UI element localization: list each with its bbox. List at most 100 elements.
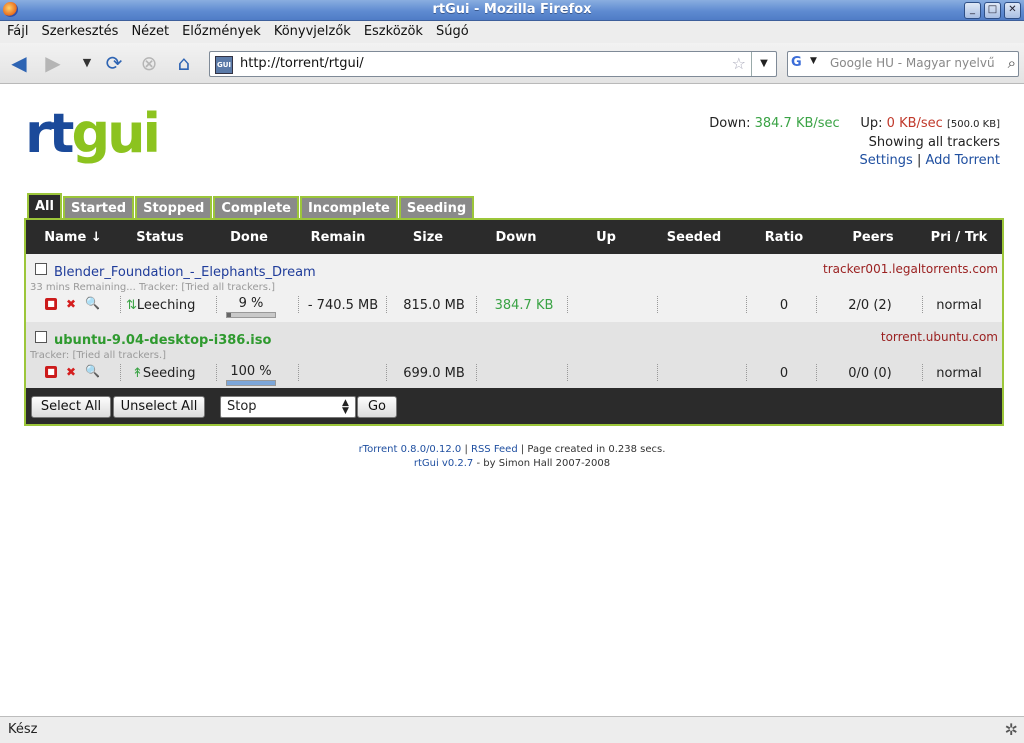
separator [120, 296, 122, 313]
separator [386, 364, 388, 381]
menu-tools[interactable]: Eszközök [357, 21, 429, 39]
torrent-subinfo: 33 mins Remaining... Tracker: [Tried all… [30, 282, 276, 293]
bookmark-star-icon[interactable]: ☆ [732, 54, 746, 73]
updown-icon: ▲ ▼ [342, 398, 349, 416]
col-up-header[interactable]: Up [576, 230, 636, 245]
separator [476, 296, 478, 313]
progress-fill [227, 313, 232, 317]
site-favicon-icon: GUI [215, 56, 233, 74]
minimize-button[interactable]: _ [964, 2, 981, 19]
tab-incomplete[interactable]: Incomplete [299, 196, 398, 219]
search-input[interactable]: Google HU - Magyar nyelvű [830, 56, 995, 70]
priority-cell[interactable]: normal [928, 298, 990, 313]
page-footer-line1: rTorrent 0.8.0/0.12.0 | RSS Feed | Page … [0, 444, 1024, 455]
window-titlebar: rtGui - Mozilla Firefox _ □ ✕ [0, 0, 1024, 21]
remain-cell: - 740.5 MB [307, 298, 379, 313]
transfer-stats: Down: 384.7 KB/sec Up: 0 KB/sec [500.0 K… [709, 115, 1000, 170]
tab-started[interactable]: Started [62, 196, 135, 219]
col-pri-trk-header[interactable]: Pri / Trk [924, 230, 994, 245]
col-done-header[interactable]: Done [219, 230, 279, 245]
bulk-actions-bar: Select All Unselect All Stop ▲ ▼ Go [26, 388, 1002, 424]
separator [567, 364, 569, 381]
separator [298, 364, 300, 381]
torrent-name-link[interactable]: Blender_Foundation_-_Elephants_Dream [54, 265, 316, 280]
details-icon[interactable]: 🔍 [85, 297, 100, 309]
col-seeded-header[interactable]: Seeded [662, 230, 726, 245]
priority-cell[interactable]: normal [928, 366, 990, 381]
table-header: Name ↓ Status Done Remain Size Down Up S… [26, 220, 1002, 254]
separator [216, 296, 218, 313]
col-remain-header[interactable]: Remain [306, 230, 370, 245]
status-text: Kész [8, 722, 38, 737]
col-size-header[interactable]: Size [398, 230, 458, 245]
search-bar[interactable]: G ▼ Google HU - Magyar nyelvű ⌕ [787, 51, 1019, 77]
rtgui-version-link[interactable]: rtGui v0.2.7 [414, 458, 473, 469]
url-text[interactable]: http://torrent/rtgui/ [240, 56, 364, 71]
delete-icon[interactable]: ✖ [65, 366, 77, 378]
separator [746, 296, 748, 313]
up-limit: [500.0 KB] [946, 119, 1000, 130]
table-row: ubuntu-9.04-desktop-i386.iso torrent.ubu… [26, 322, 1002, 388]
rtgui-logo: rtgui [25, 102, 161, 165]
add-torrent-link[interactable]: Add Torrent [926, 153, 1001, 168]
delete-icon[interactable]: ✖ [65, 298, 77, 310]
menu-history[interactable]: Előzmények [175, 21, 267, 39]
history-dropdown-icon[interactable]: ▼ [76, 52, 98, 74]
done-cell: 9 % [238, 296, 264, 311]
search-engine-dropdown-icon[interactable]: ▼ [810, 56, 817, 66]
url-dropdown-icon[interactable]: ▼ [751, 52, 776, 76]
unselect-all-button[interactable]: Unselect All [113, 396, 205, 418]
navigation-toolbar: ◀ ▶ ▼ ⟳ ⊗ ⌂ GUI http://torrent/rtgui/ ☆ … [0, 43, 1024, 84]
row-checkbox[interactable] [35, 331, 47, 343]
go-button[interactable]: Go [357, 396, 397, 418]
menu-file[interactable]: Fájl [0, 21, 34, 39]
tracker-link[interactable]: torrent.ubuntu.com [881, 330, 998, 344]
action-select[interactable]: Stop ▲ ▼ [220, 396, 356, 418]
col-peers-header[interactable]: Peers [843, 230, 903, 245]
page-footer-line2: rtGui v0.2.7 - by Simon Hall 2007-2008 [0, 458, 1024, 469]
separator [922, 296, 924, 313]
select-all-button[interactable]: Select All [31, 396, 111, 418]
separator [746, 364, 748, 381]
tracker-link[interactable]: tracker001.legaltorrents.com [823, 262, 998, 276]
menu-view[interactable]: Nézet [124, 21, 175, 39]
menu-edit[interactable]: Szerkesztés [34, 21, 124, 39]
stop-icon[interactable]: ■ [45, 298, 57, 310]
col-name-header[interactable]: Name ↓ [38, 230, 108, 245]
details-icon[interactable]: 🔍 [85, 365, 100, 377]
stop-load-icon[interactable]: ⊗ [138, 52, 160, 74]
rss-feed-link[interactable]: RSS Feed [471, 444, 518, 455]
settings-link[interactable]: Settings [860, 153, 913, 168]
row-checkbox[interactable] [35, 263, 47, 275]
separator [657, 364, 659, 381]
forward-icon[interactable]: ▶ [42, 52, 64, 74]
reload-icon[interactable]: ⟳ [103, 52, 125, 74]
close-window-button[interactable]: ✕ [1004, 2, 1021, 19]
menu-bookmarks[interactable]: Könyvjelzők [267, 21, 357, 39]
maximize-button[interactable]: □ [984, 2, 1001, 19]
torrent-subinfo: Tracker: [Tried all trackers.] [30, 350, 167, 361]
size-cell: 699.0 MB [403, 366, 465, 381]
col-ratio-header[interactable]: Ratio [754, 230, 814, 245]
tab-all[interactable]: All [27, 193, 62, 219]
torrent-name-link[interactable]: ubuntu-9.04-desktop-i386.iso [54, 333, 271, 348]
tab-seeding[interactable]: Seeding [398, 196, 475, 219]
separator [816, 364, 818, 381]
col-down-header[interactable]: Down [486, 230, 546, 245]
separator [567, 296, 569, 313]
address-bar[interactable]: GUI http://torrent/rtgui/ ☆ ▼ [209, 51, 777, 77]
peers-cell: 0/0 (0) [848, 366, 892, 381]
home-icon[interactable]: ⌂ [173, 52, 195, 74]
rtorrent-version-link[interactable]: rTorrent 0.8.0/0.12.0 [359, 444, 462, 455]
menu-help[interactable]: Súgó [429, 21, 475, 39]
tab-complete[interactable]: Complete [213, 196, 299, 219]
action-select-value: Stop [227, 399, 257, 414]
tab-stopped[interactable]: Stopped [135, 196, 213, 219]
col-status-header[interactable]: Status [130, 230, 190, 245]
google-icon[interactable]: G [791, 55, 807, 71]
search-icon[interactable]: ⌕ [1008, 54, 1016, 72]
separator [476, 364, 478, 381]
stop-icon[interactable]: ■ [45, 366, 57, 378]
separator [216, 364, 218, 381]
back-icon[interactable]: ◀ [8, 52, 30, 74]
